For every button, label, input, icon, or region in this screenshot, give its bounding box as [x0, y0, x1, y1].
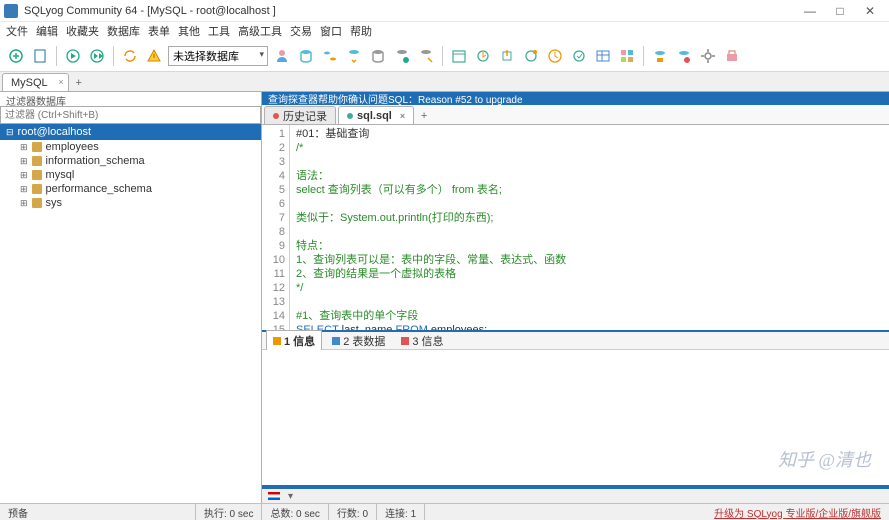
- title-bar: SQLyog Community 64 - [MySQL - root@loca…: [0, 0, 889, 22]
- settings-icon[interactable]: [698, 46, 718, 66]
- connection-tab-mysql[interactable]: MySQL ×: [2, 73, 69, 91]
- grid-icon[interactable]: [617, 46, 637, 66]
- menu-item[interactable]: 窗口: [320, 23, 342, 39]
- tab-sql-file[interactable]: sql.sql ×: [338, 106, 414, 124]
- user-icon[interactable]: [272, 46, 292, 66]
- menu-item[interactable]: 工具: [208, 23, 230, 39]
- bottom-strip: ▾: [262, 489, 889, 503]
- menu-item[interactable]: 收藏夹: [66, 23, 99, 39]
- tab-history[interactable]: 历史记录: [264, 106, 336, 124]
- tree-db-node[interactable]: performance_schema: [0, 182, 261, 196]
- database-icon: [32, 142, 42, 152]
- file-icon: [347, 113, 353, 119]
- status-connections: 连接: 1: [377, 504, 425, 520]
- database-tree[interactable]: root@localhost employeesinformation_sche…: [0, 124, 261, 503]
- connection-tab-label: MySQL: [11, 77, 48, 89]
- menu-item[interactable]: 交易: [290, 23, 312, 39]
- code-area[interactable]: #01：基础查询/* 语法：select 查询列表（可以有多个） from 表名…: [290, 125, 889, 330]
- visual-icon-2[interactable]: [674, 46, 694, 66]
- close-icon[interactable]: ×: [58, 77, 63, 87]
- maximize-button[interactable]: □: [825, 1, 855, 21]
- status-bar: 预备 执行: 0 sec 总数: 0 sec 行数: 0 连接: 1 升级为 S…: [0, 503, 889, 520]
- tree-db-node[interactable]: information_schema: [0, 154, 261, 168]
- info-icon: [273, 337, 281, 345]
- database-selector[interactable]: [168, 46, 268, 66]
- tree-root-connection[interactable]: root@localhost: [0, 124, 261, 140]
- object-browser-sidebar: 过滤器数据库 root@localhost employeesinformati…: [0, 92, 262, 503]
- sql-editor[interactable]: 123456789101112131415161718192021222324 …: [262, 125, 889, 330]
- menu-item[interactable]: 文件: [6, 23, 28, 39]
- execute-icon[interactable]: [63, 46, 83, 66]
- status-exec-time: 执行: 0 sec: [196, 504, 262, 520]
- app-icon: [4, 4, 18, 18]
- editor-panel: 查询探查器帮助你确认问题SQL：Reason #52 to upgrade 历史…: [262, 92, 889, 503]
- status-total-time: 总数: 0 sec: [262, 504, 328, 520]
- export-icon[interactable]: [473, 46, 493, 66]
- menu-item[interactable]: 编辑: [36, 23, 58, 39]
- warning-icon[interactable]: [144, 46, 164, 66]
- visual-icon-1[interactable]: [650, 46, 670, 66]
- editor-tab-bar: 历史记录 sql.sql × +: [262, 105, 889, 125]
- database-icon: [32, 198, 42, 208]
- menu-bar: 文件编辑收藏夹数据库表单其他工具高级工具交易窗口帮助: [0, 22, 889, 40]
- filter-label: 过滤器数据库: [0, 92, 261, 106]
- add-connection-button[interactable]: +: [71, 75, 87, 91]
- sync-icon[interactable]: [344, 46, 364, 66]
- database-icon: [32, 184, 42, 194]
- menu-item[interactable]: 表单: [148, 23, 170, 39]
- line-number-gutter: 123456789101112131415161718192021222324: [262, 125, 290, 330]
- db-icon-2[interactable]: [368, 46, 388, 66]
- status-row-count: 行数: 0: [329, 504, 377, 520]
- import-icon[interactable]: [497, 46, 517, 66]
- new-query-icon[interactable]: [30, 46, 50, 66]
- upgrade-link[interactable]: 升级为 SQLyog 专业版/企业版/旗舰版: [706, 505, 889, 520]
- status-ready: 预备: [0, 504, 196, 520]
- msg-icon: [401, 337, 409, 345]
- main-toolbar: [0, 40, 889, 72]
- result-area: [262, 350, 889, 485]
- menu-item[interactable]: 其他: [178, 23, 200, 39]
- close-button[interactable]: ✕: [855, 1, 885, 21]
- database-selector-wrap: [168, 46, 268, 66]
- tree-db-node[interactable]: sys: [0, 196, 261, 210]
- execute-all-icon[interactable]: [87, 46, 107, 66]
- db-icon-4[interactable]: [416, 46, 436, 66]
- flag-icon: [268, 492, 280, 500]
- tool-icon-1[interactable]: [521, 46, 541, 66]
- upgrade-banner[interactable]: 查询探查器帮助你确认问题SQL：Reason #52 to upgrade: [262, 92, 889, 105]
- new-connection-icon[interactable]: [6, 46, 26, 66]
- window-title: SQLyog Community 64 - [MySQL - root@loca…: [24, 5, 795, 17]
- add-editor-tab-button[interactable]: +: [416, 108, 432, 124]
- db-icon-1[interactable]: [296, 46, 316, 66]
- connection-tab-bar: MySQL × +: [0, 72, 889, 92]
- tree-db-node[interactable]: employees: [0, 140, 261, 154]
- result-tab-bar: 1 信息 2 表数据 3 信息: [262, 330, 889, 350]
- database-icon: [32, 156, 42, 166]
- result-tab-info[interactable]: 1 信息: [266, 330, 322, 352]
- db-icon-3[interactable]: [392, 46, 412, 66]
- result-tab-tabledata[interactable]: 2 表数据: [326, 331, 391, 351]
- table-data-icon: [332, 337, 340, 345]
- clock-icon[interactable]: [545, 46, 565, 66]
- menu-item[interactable]: 数据库: [107, 23, 140, 39]
- build-icon[interactable]: [722, 46, 742, 66]
- tree-db-node[interactable]: mysql: [0, 168, 261, 182]
- history-icon: [273, 113, 279, 119]
- table-icon[interactable]: [593, 46, 613, 66]
- result-tab-msg[interactable]: 3 信息: [395, 331, 449, 351]
- minimize-button[interactable]: —: [795, 1, 825, 21]
- filter-input[interactable]: [0, 106, 261, 124]
- schedule-icon[interactable]: [449, 46, 469, 66]
- menu-item[interactable]: 高级工具: [238, 23, 282, 39]
- menu-item[interactable]: 帮助: [350, 23, 372, 39]
- database-icon: [32, 170, 42, 180]
- compare-icon[interactable]: [320, 46, 340, 66]
- tool-icon-2[interactable]: [569, 46, 589, 66]
- close-icon[interactable]: ×: [400, 111, 405, 121]
- refresh-icon[interactable]: [120, 46, 140, 66]
